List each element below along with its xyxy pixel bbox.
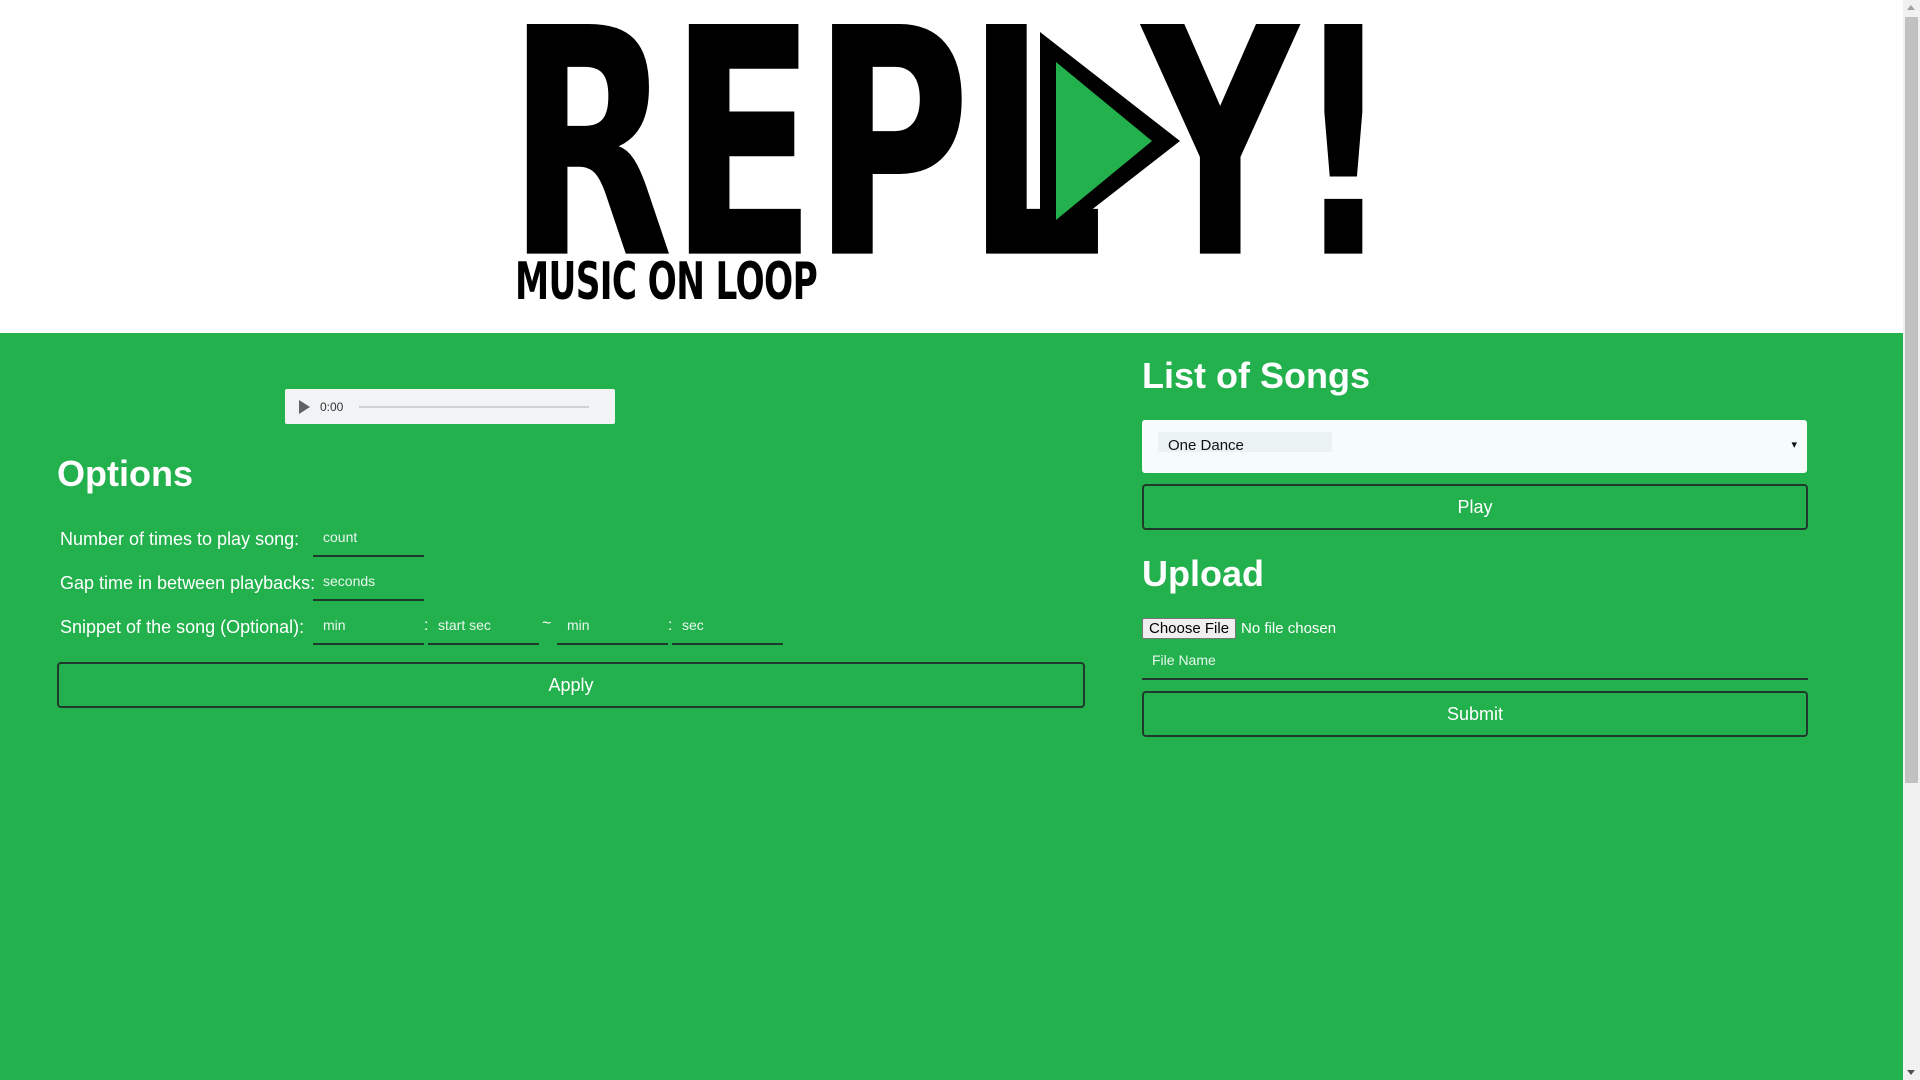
main-panel: 0:00 Options Number of times to play son… xyxy=(0,333,1903,1080)
count-label: Number of times to play song: xyxy=(60,529,300,549)
play-icon[interactable] xyxy=(299,399,310,414)
tilde-separator: ~ xyxy=(542,615,552,632)
player-time: 0:00 xyxy=(320,399,344,414)
logo-tagline: MUSIC ON LOOP xyxy=(515,252,818,312)
snippet-end-min-input[interactable] xyxy=(557,607,668,645)
apply-button[interactable]: Apply xyxy=(57,662,1085,708)
player-progress-track[interactable] xyxy=(359,405,590,408)
chevron-down-icon: ▾ xyxy=(1791,439,1797,451)
audio-player[interactable]: 0:00 xyxy=(285,389,615,424)
submit-button[interactable]: Submit xyxy=(1142,691,1808,737)
upload-heading: Upload xyxy=(1142,553,1264,594)
gap-seconds-input[interactable] xyxy=(313,563,424,601)
scrollbar-thumb[interactable] xyxy=(1905,17,1918,783)
file-input[interactable]: Choose File No file chosen xyxy=(1142,618,1336,639)
file-name-input[interactable] xyxy=(1142,642,1808,680)
scroll-down-icon[interactable] xyxy=(1907,1070,1915,1075)
snippet-start-sec-input[interactable] xyxy=(428,607,539,645)
scroll-up-icon[interactable] xyxy=(1907,5,1915,10)
choose-file-button[interactable]: Choose File xyxy=(1142,618,1237,639)
vertical-scrollbar[interactable] xyxy=(1903,0,1920,1080)
songs-heading: List of Songs xyxy=(1142,355,1370,396)
logo-text-part2: Y! xyxy=(1142,0,1393,329)
snippet-label: Snippet of the song (Optional): xyxy=(60,617,305,637)
selected-song: One Dance xyxy=(1168,437,1244,454)
gap-label: Gap time in between playbacks: xyxy=(60,573,316,593)
song-select[interactable]: One Dance ▾ xyxy=(1142,420,1807,473)
replay-logo: REPL Y! MUSIC ON LOOP xyxy=(507,0,1393,329)
file-status: No file chosen xyxy=(1241,620,1337,637)
count-input[interactable] xyxy=(313,519,424,557)
header: REPL Y! MUSIC ON LOOP xyxy=(0,0,1903,333)
play-button[interactable]: Play xyxy=(1142,484,1808,530)
logo-text-part1: REPL xyxy=(507,0,1104,329)
snippet-end-sec-input[interactable] xyxy=(672,607,783,645)
snippet-start-min-input[interactable] xyxy=(313,607,424,645)
options-heading: Options xyxy=(57,453,193,494)
